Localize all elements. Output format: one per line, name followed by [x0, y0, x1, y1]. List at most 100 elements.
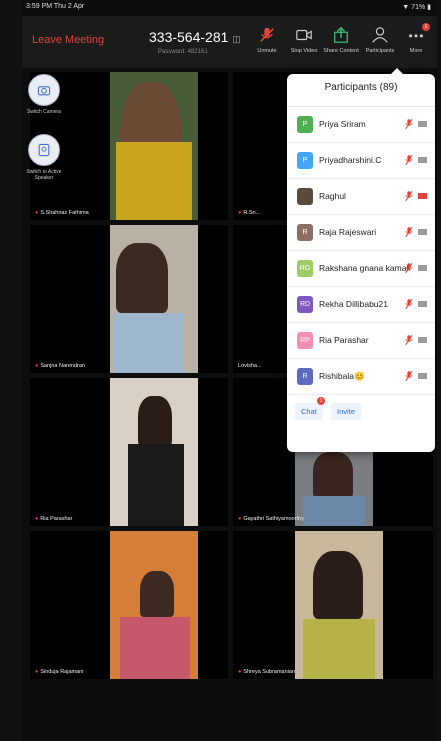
tile-name: Lovisha...: [238, 363, 262, 369]
participants-panel: Participants (89) P Priya Sriram P Priyadha…: [287, 68, 435, 452]
participant-avatar: [297, 188, 313, 205]
muted-mic-icon: [405, 190, 413, 202]
participant-avatar: P: [297, 152, 313, 169]
video-feed: [110, 531, 198, 679]
muted-mic-icon: ●: [238, 516, 242, 522]
lock-icon: ◫: [232, 34, 241, 44]
participant-row[interactable]: R Rishibala😊: [287, 359, 435, 395]
unmute-label: Unmute: [257, 48, 277, 54]
participant-row[interactable]: RG Rakshana gnana kamali: [287, 251, 435, 287]
unmute-button[interactable]: Unmute: [249, 26, 285, 54]
muted-mic-icon: ●: [35, 210, 39, 216]
participant-row[interactable]: P Priya Sriram: [287, 107, 435, 143]
participant-clothing: [303, 496, 365, 526]
battery-icon: ▮: [427, 4, 431, 11]
participant-clothing: [303, 619, 375, 679]
participant-figure: [313, 551, 363, 619]
video-tile[interactable]: ● Sanjna Narendran: [30, 225, 228, 373]
participant-avatar: RG: [297, 260, 313, 277]
participant-row[interactable]: R Raja Rajeswari: [287, 215, 435, 251]
video-off-icon: [418, 157, 427, 163]
zoom-meeting-screen: 3:59 PM Thu 2 Apr ▼ 71% ▮ Leave Meeting …: [22, 0, 437, 741]
switch-camera-label: Switch Camera: [27, 109, 61, 115]
leave-meeting-button[interactable]: Leave Meeting: [32, 34, 104, 46]
meeting-password: Password: 482161: [158, 49, 208, 55]
participant-avatar: RD: [297, 296, 313, 313]
more-button[interactable]: More 1: [398, 23, 434, 54]
meeting-id-text: 333-564-281: [149, 29, 229, 45]
participant-clothing: [114, 313, 184, 373]
active-speaker-icon: [28, 134, 60, 166]
invite-button[interactable]: Invite: [331, 403, 361, 420]
participant-row[interactable]: RP Ria Parashar: [287, 323, 435, 359]
participant-name: Raja Rajeswari: [319, 227, 377, 237]
video-tile[interactable]: ● Ria Parashar: [30, 378, 228, 526]
video-feed: [110, 72, 198, 220]
participant-row[interactable]: RD Rekha Dillibabu21: [287, 287, 435, 323]
participants-icon: [372, 27, 388, 43]
participant-avatar: P: [297, 116, 313, 133]
video-off-icon: [418, 373, 427, 379]
status-bar: 3:59 PM Thu 2 Apr ▼ 71% ▮: [22, 0, 437, 16]
video-feed: [110, 225, 198, 373]
tile-name: ● Shreya Subramanian: [238, 669, 295, 675]
video-off-icon: [418, 337, 427, 343]
participant-clothing: [116, 142, 192, 220]
meeting-toolbar: Leave Meeting 333-564-281 ◫ Password: 48…: [22, 16, 437, 68]
video-camera-icon: [296, 29, 312, 41]
stop-video-label: Stop Video: [290, 48, 318, 54]
switch-speaker-button[interactable]: Switch to Active Speaker: [24, 134, 64, 181]
participant-figure: [140, 571, 174, 617]
participant-figure: [313, 452, 353, 498]
tile-name: ● Ria Parashar: [35, 516, 73, 522]
muted-mic-icon: ●: [35, 669, 39, 675]
participant-name: Rishibala😊: [319, 371, 365, 381]
muted-mic-icon: [405, 298, 413, 310]
participant-clothing: [120, 617, 190, 679]
video-off-icon: [418, 193, 427, 199]
video-off-icon: [418, 301, 427, 307]
switch-speaker-label: Switch to Active Speaker: [26, 169, 62, 181]
muted-mic-icon: [405, 370, 413, 382]
status-right: ▼ 71% ▮: [402, 3, 431, 11]
tile-name: ● S.Shahnaz Fathima: [35, 210, 89, 216]
share-content-label: Share Content: [323, 48, 359, 54]
muted-mic-icon: ●: [35, 363, 39, 369]
stop-video-button[interactable]: Stop Video: [286, 26, 322, 54]
participant-row[interactable]: Raghul: [287, 179, 435, 215]
video-feed: [295, 448, 373, 526]
participants-list: P Priya Sriram P Priyadharshini.C Raghul R Raj…: [287, 107, 435, 395]
participant-avatar: RP: [297, 332, 313, 349]
participants-button[interactable]: Participants: [362, 26, 398, 54]
tile-name: ● R.Sn...: [238, 210, 261, 216]
participants-footer: Chat 1 Invite: [287, 395, 435, 425]
share-arrow-icon: [334, 26, 348, 43]
muted-mic-icon: [405, 118, 413, 130]
video-tile[interactable]: ● Sinduja Rajamani: [30, 531, 228, 679]
participant-name: Rekha Dillibabu21: [319, 299, 388, 309]
more-badge: 1: [422, 23, 430, 31]
video-tile[interactable]: ● Shreya Subramanian: [233, 531, 433, 679]
participant-name: Priya Sriram: [319, 119, 366, 129]
video-feed: [295, 531, 383, 679]
meeting-id[interactable]: 333-564-281 ◫: [149, 29, 241, 45]
participant-name: Raghul: [319, 191, 346, 201]
muted-mic-icon: [405, 226, 413, 238]
status-time: 3:59 PM Thu 2 Apr: [26, 3, 85, 10]
video-off-icon: [418, 229, 427, 235]
participant-row[interactable]: P Priyadharshini.C: [287, 143, 435, 179]
participant-avatar: R: [297, 224, 313, 241]
participants-label: Participants: [365, 48, 395, 54]
share-content-button[interactable]: Share Content: [323, 26, 359, 54]
switch-camera-button[interactable]: Switch Camera: [24, 74, 64, 115]
wifi-icon: ▼: [402, 4, 410, 11]
tile-name: ● Gayathri Sathiyamoorthy: [238, 516, 304, 522]
participant-name: Ria Parashar: [319, 335, 369, 345]
participant-name: Rakshana gnana kamali: [319, 263, 411, 273]
participant-avatar: R: [297, 368, 313, 385]
muted-mic-icon: [405, 154, 413, 166]
muted-mic-icon: ●: [238, 669, 242, 675]
chat-button[interactable]: Chat: [295, 403, 323, 420]
camera-rotate-icon: [28, 74, 60, 106]
participant-name: Priyadharshini.C: [319, 155, 382, 165]
